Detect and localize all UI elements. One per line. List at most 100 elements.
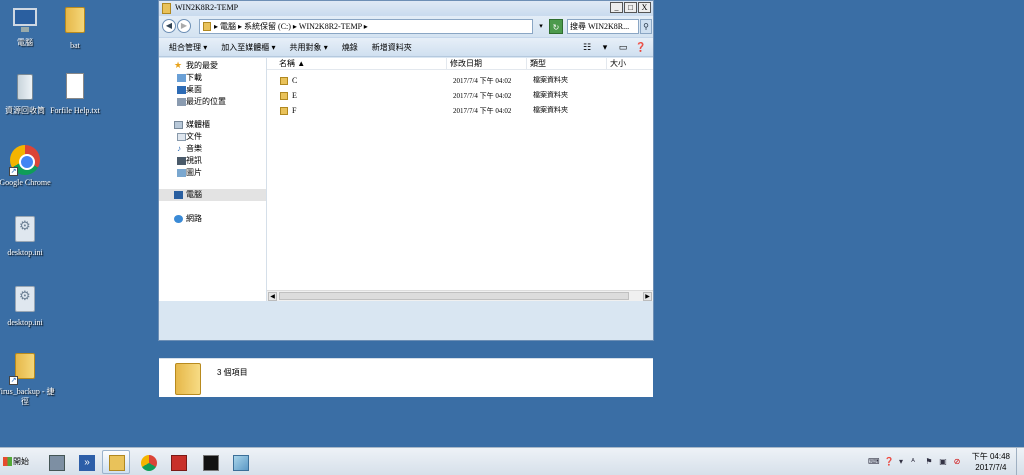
column-header-name[interactable]: 名稱 ▲ (267, 58, 447, 70)
forward-button[interactable]: ▶ (177, 19, 191, 33)
file-type: 檔案資料夾 (533, 107, 568, 114)
desktop-icon-label: desktop.ini (7, 318, 43, 327)
taskbar-server-manager[interactable] (42, 450, 70, 474)
toolbox-icon (171, 455, 187, 471)
search-input[interactable]: 搜尋 WIN2K8R... (567, 19, 639, 34)
preview-pane-icon[interactable]: ▭ (617, 41, 629, 53)
file-row[interactable]: F 2017/7/4 下午 04:02 檔案資料夾 (267, 104, 653, 118)
nav-desktop[interactable]: 桌面 (159, 84, 266, 96)
file-row[interactable]: C 2017/7/4 下午 04:02 檔案資料夾 (267, 74, 653, 88)
share-with-menu[interactable]: 共用對象 ▾ (290, 42, 328, 53)
desktop-icon-label: Forfile Help.txt (50, 106, 100, 115)
address-dropdown-icon[interactable]: ▾ (535, 19, 547, 34)
taskbar-toolbox[interactable] (164, 450, 192, 474)
desktop-icon-label: bat (70, 41, 80, 50)
app-icon (233, 455, 249, 471)
folder-icon (162, 3, 171, 14)
window-title: WIN2K8R2-TEMP (175, 3, 239, 12)
address-bar-row: ◀ ▶ ▸ 電腦 ▸ 系統保留 (C:) ▸ WIN2K8R2-TEMP ▸ ▾… (159, 16, 653, 37)
desktop-icon-label: Virus_backup - 捷徑 (0, 387, 55, 406)
view-dropdown-icon[interactable]: ▾ (599, 41, 611, 53)
taskbar-explorer[interactable] (102, 450, 130, 474)
column-header-size[interactable]: 大小 (607, 58, 653, 70)
taskbar: 開始 » ⌨ ❓ ▾ ᴬ ⚑ ▣ ⊘ 下午 04:48 2017/7/4 (0, 447, 1024, 475)
speaker-icon[interactable]: ⊘ (952, 457, 962, 467)
address-path: ▸ 電腦 ▸ 系統保留 (C:) ▸ WIN2K8R2-TEMP ▸ (214, 22, 368, 31)
desktop-icon-bat[interactable]: bat (45, 4, 105, 51)
nav-pictures[interactable]: 圖片 (159, 167, 266, 179)
file-name: F (292, 106, 297, 115)
star-icon: ★ (174, 60, 183, 70)
folder-icon (175, 363, 201, 395)
scroll-left-icon[interactable]: ◀ (268, 292, 277, 301)
file-type: 檔案資料夾 (533, 77, 568, 84)
help-icon[interactable]: ❓ (635, 41, 647, 53)
shortcut-arrow-icon: ↗ (9, 167, 18, 176)
show-desktop-button[interactable] (1016, 448, 1024, 475)
column-header-row: 名稱 ▲ 修改日期 類型 大小 (267, 58, 653, 70)
tray-expand-icon[interactable]: ▾ (896, 457, 906, 467)
desktop-icon-virus-backup[interactable]: ↗ Virus_backup - 捷徑 (0, 350, 55, 407)
desktop-icon (177, 86, 186, 94)
keyboard-icon[interactable]: ⌨ (868, 457, 880, 467)
nav-network[interactable]: 網路 (159, 213, 266, 225)
organize-menu[interactable]: 組合管理 ▾ (169, 42, 207, 53)
nav-computer[interactable]: 電腦 (159, 189, 266, 201)
nav-recent-places[interactable]: 最近的位置 (159, 96, 266, 108)
settings-file-icon (9, 214, 41, 246)
window-titlebar[interactable]: WIN2K8R2-TEMP _ □ X (159, 1, 653, 16)
flag-icon[interactable]: ⚑ (924, 457, 934, 467)
taskbar-app[interactable] (226, 450, 254, 474)
address-field[interactable]: ▸ 電腦 ▸ 系統保留 (C:) ▸ WIN2K8R2-TEMP ▸ (199, 19, 533, 34)
desktop-icon-google-chrome[interactable]: ↗ Google Chrome (0, 144, 55, 188)
ime-icon[interactable]: ᴬ (908, 457, 918, 467)
nav-documents[interactable]: 文件 (159, 131, 266, 143)
maximize-button[interactable]: □ (624, 2, 637, 13)
folder-icon (203, 22, 211, 31)
desktop-icon-label: Google Chrome (0, 178, 51, 187)
desktop-icon-label: desktop.ini (7, 248, 43, 257)
clock[interactable]: 下午 04:48 2017/7/4 (972, 451, 1010, 473)
file-name: C (292, 76, 298, 85)
network-icon[interactable]: ▣ (938, 457, 948, 467)
nav-downloads[interactable]: 下載 (159, 72, 266, 84)
view-options-icon[interactable]: ☷ (581, 41, 593, 53)
pictures-icon (177, 169, 186, 177)
file-row[interactable]: E 2017/7/4 下午 04:02 檔案資料夾 (267, 89, 653, 103)
scrollbar-thumb[interactable] (279, 292, 629, 300)
nav-label: 桌面 (186, 85, 202, 94)
include-in-library-menu[interactable]: 加入至媒體櫃 ▾ (221, 42, 275, 53)
details-pane: 3 個項目 (159, 358, 653, 397)
scroll-right-icon[interactable]: ▶ (643, 292, 652, 301)
windows-logo-icon (3, 457, 12, 466)
nav-label: 電腦 (186, 190, 202, 199)
close-button[interactable]: X (638, 2, 651, 13)
refresh-button[interactable]: ↻ (549, 19, 563, 34)
nav-videos[interactable]: 視訊 (159, 155, 266, 167)
nav-music[interactable]: ♪ 音樂 (159, 143, 266, 155)
minimize-button[interactable]: _ (610, 2, 623, 13)
desktop-icon-desktop-ini-1[interactable]: desktop.ini (0, 214, 55, 258)
nav-libraries[interactable]: 媒體櫃 (159, 119, 266, 131)
nav-label: 媒體櫃 (186, 120, 210, 129)
taskbar-powershell[interactable]: » (72, 450, 100, 474)
search-icon[interactable]: ⚲ (640, 19, 652, 34)
computer-icon (9, 4, 41, 36)
desktop-icon-forfile-help[interactable]: Forfile Help.txt (45, 72, 105, 116)
recycle-bin-icon (9, 72, 41, 104)
start-button[interactable]: 開始 (1, 450, 35, 474)
column-header-type[interactable]: 類型 (527, 58, 607, 70)
taskbar-chrome[interactable] (134, 450, 162, 474)
taskbar-cmd[interactable] (196, 450, 224, 474)
desktop-icon-desktop-ini-2[interactable]: desktop.ini (0, 284, 55, 328)
horizontal-scrollbar[interactable]: ◀ ▶ (267, 290, 653, 301)
new-folder-button[interactable]: 新增資料夾 (372, 42, 412, 53)
window-controls: _ □ X (610, 2, 651, 13)
burn-button[interactable]: 燒錄 (342, 42, 358, 53)
help-icon[interactable]: ❓ (884, 457, 894, 467)
text-file-icon (59, 72, 91, 104)
column-header-modified[interactable]: 修改日期 (447, 58, 527, 70)
back-button[interactable]: ◀ (162, 19, 176, 33)
network-icon (174, 215, 183, 223)
nav-favorites[interactable]: ★ 我的最愛 (159, 60, 266, 72)
